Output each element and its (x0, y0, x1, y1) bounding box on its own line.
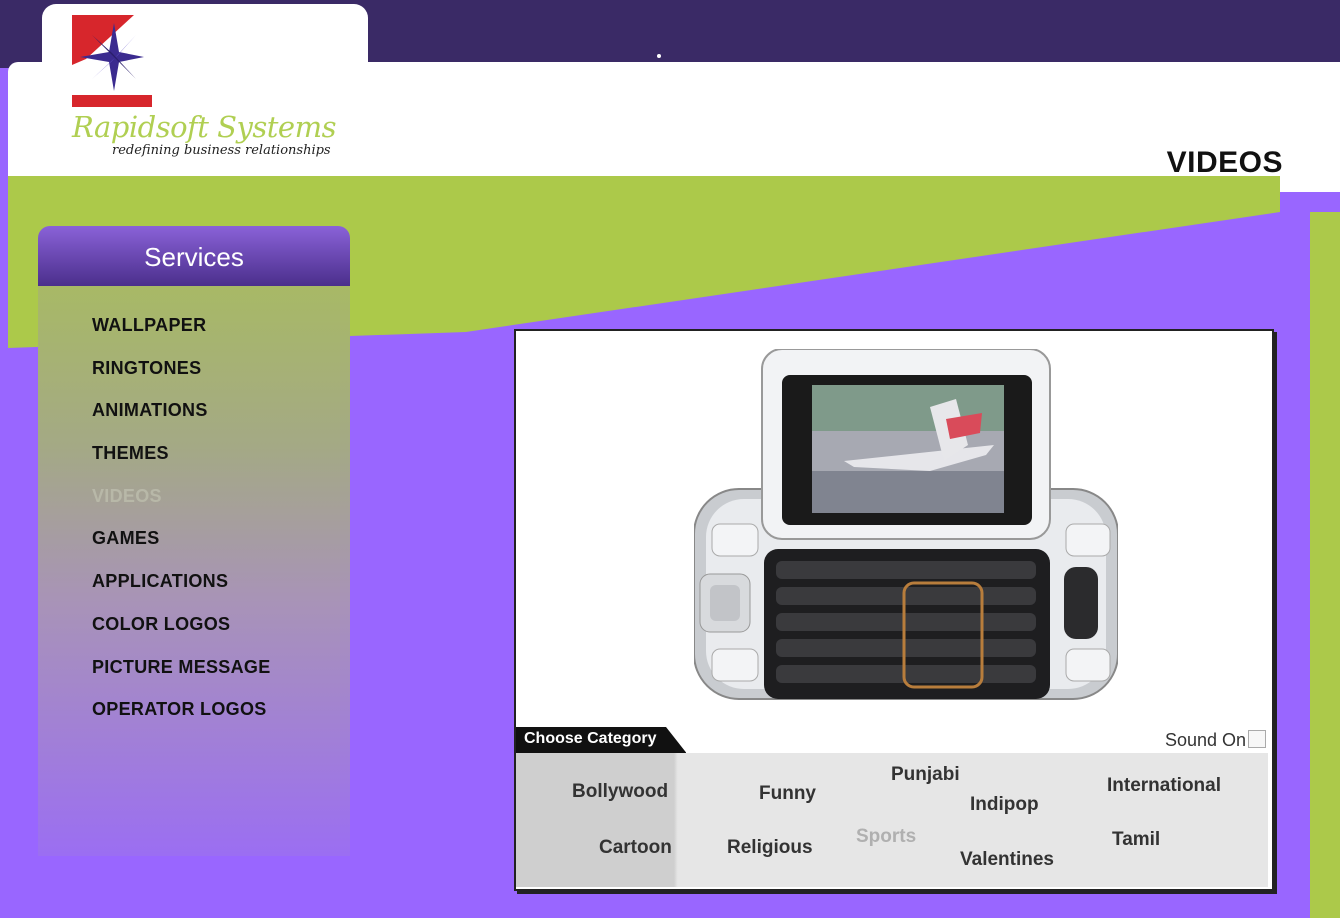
category-bollywood[interactable]: Bollywood (572, 781, 668, 803)
sidebar-title: Services (38, 226, 350, 286)
category-international[interactable]: International (1107, 775, 1221, 797)
sound-checkbox[interactable] (1248, 730, 1266, 748)
decor-dot (657, 54, 661, 58)
green-edge (1310, 212, 1340, 918)
menu-item-color-logos[interactable]: COLOR LOGOS (92, 605, 350, 648)
services-menu: WALLPAPER RINGTONES ANIMATIONS THEMES VI… (38, 286, 350, 733)
category-religious[interactable]: Religious (727, 837, 813, 859)
brand-tagline: redefining business relationships (112, 143, 331, 158)
category-valentines[interactable]: Valentines (960, 849, 1054, 871)
menu-item-games[interactable]: GAMES (92, 519, 350, 562)
logo-icon[interactable] (72, 15, 152, 110)
services-sidebar: Services WALLPAPER RINGTONES ANIMATIONS … (38, 226, 350, 856)
category-indipop[interactable]: Indipop (970, 794, 1039, 816)
menu-item-picture-message[interactable]: PICTURE MESSAGE (92, 648, 350, 691)
category-punjabi[interactable]: Punjabi (891, 764, 960, 786)
menu-item-wallpaper[interactable]: WALLPAPER (92, 306, 350, 349)
menu-item-applications[interactable]: APPLICATIONS (92, 562, 350, 605)
menu-item-operator-logos[interactable]: OPERATOR LOGOS (92, 690, 350, 733)
category-tamil[interactable]: Tamil (1112, 829, 1160, 851)
video-player-panel: Choose Category Sound On Bollywood Funny… (514, 329, 1274, 891)
category-area: Bollywood Funny Punjabi Indipop Internat… (516, 753, 1268, 887)
category-cartoon[interactable]: Cartoon (599, 837, 672, 859)
category-sports[interactable]: Sports (856, 826, 916, 848)
category-funny[interactable]: Funny (759, 783, 816, 805)
menu-item-themes[interactable]: THEMES (92, 434, 350, 477)
menu-item-animations[interactable]: ANIMATIONS (92, 391, 350, 434)
menu-item-ringtones[interactable]: RINGTONES (92, 349, 350, 392)
phone-image (694, 349, 1118, 700)
menu-item-videos[interactable]: VIDEOS (92, 477, 350, 520)
brand-name: Rapidsoft Systems (72, 110, 336, 144)
page-title: VIDEOS (1166, 146, 1283, 179)
choose-category-label: Choose Category (516, 727, 687, 753)
sound-toggle[interactable]: Sound On (1165, 730, 1266, 751)
sound-label: Sound On (1164, 730, 1246, 750)
